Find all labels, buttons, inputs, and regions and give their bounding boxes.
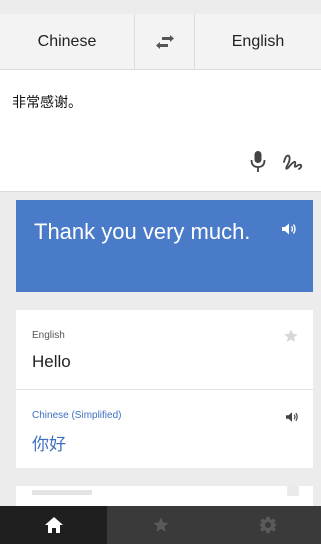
translation-result-card[interactable]: Thank you very much. [16, 200, 313, 292]
result-speaker-button[interactable] [281, 222, 297, 236]
dictionary-card-chinese[interactable]: Chinese (Simplified) 你好 [16, 390, 313, 468]
faint-star-icon [287, 486, 299, 496]
star-icon [153, 517, 168, 532]
nav-home[interactable] [0, 506, 107, 544]
dictionary-card-english[interactable]: English Hello [16, 310, 313, 390]
target-language-button[interactable]: English [195, 14, 321, 69]
favorite-button[interactable] [283, 328, 299, 344]
handwriting-icon [283, 154, 303, 170]
speaker-icon [282, 223, 296, 235]
bottom-navigation [0, 506, 321, 544]
language-bar: Chinese English [0, 14, 321, 70]
nav-favorites[interactable] [107, 506, 214, 544]
nav-settings[interactable] [214, 506, 321, 544]
faint-text-placeholder [32, 490, 92, 495]
target-language-label: English [231, 32, 285, 50]
swap-languages-button[interactable] [135, 14, 195, 69]
card-language-label: Chinese (Simplified) [32, 410, 122, 421]
microphone-icon [250, 151, 266, 172]
card-language-label: English [32, 330, 65, 341]
swap-arrows-icon [155, 34, 174, 49]
home-icon [44, 517, 63, 533]
card-word: Hello [32, 352, 71, 371]
source-language-label: Chinese [37, 32, 97, 50]
card-word: 你好 [32, 435, 66, 455]
star-icon [284, 329, 298, 342]
speaker-icon [286, 412, 298, 422]
card-speaker-button[interactable] [285, 410, 299, 422]
translation-result-text: Thank you very much. [34, 219, 251, 244]
input-text[interactable]: 非常感谢。 [12, 92, 82, 112]
source-language-button[interactable]: Chinese [0, 14, 135, 69]
handwriting-button[interactable] [282, 150, 304, 174]
microphone-button[interactable] [248, 150, 268, 174]
dictionary-card-partial[interactable] [16, 486, 313, 506]
input-area[interactable]: 非常感谢。 [0, 70, 321, 192]
gear-icon [258, 516, 277, 534]
